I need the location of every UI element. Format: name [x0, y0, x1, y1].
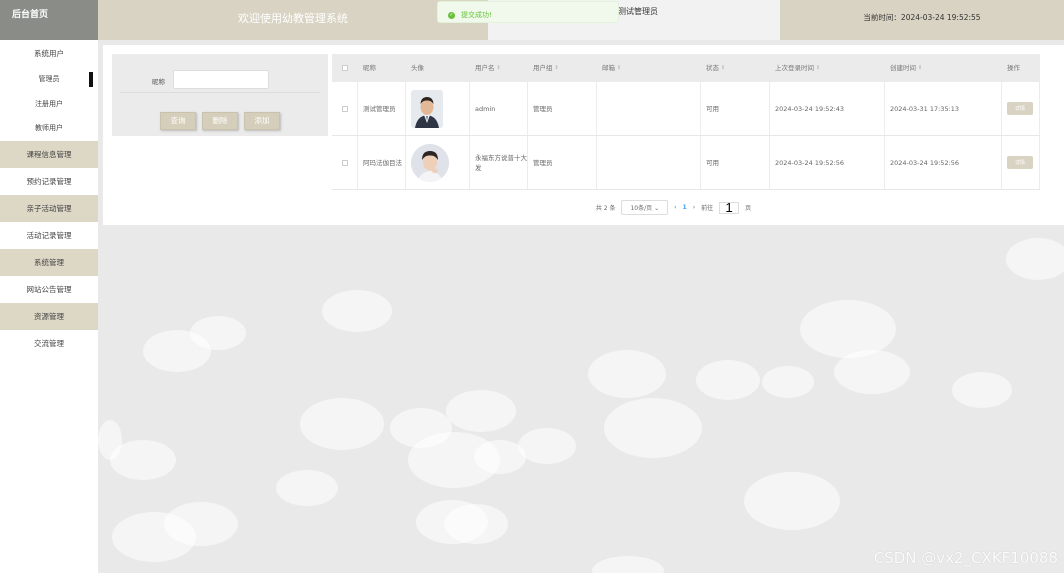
col-last-login[interactable]: 上次登录时间 ⇕ — [770, 54, 885, 82]
sidebar-item-admin[interactable]: 管理员 — [0, 67, 98, 92]
sort-icon[interactable]: ⇕ — [816, 63, 820, 73]
avatar[interactable] — [411, 89, 443, 128]
cell-email — [597, 136, 701, 189]
cell-status: 可用 — [701, 82, 770, 135]
add-button[interactable]: 添加 — [244, 112, 280, 130]
delete-button[interactable]: 删除 — [202, 112, 238, 130]
col-group-label: 用户组 — [533, 64, 553, 72]
detail-button[interactable]: 详情 — [1007, 156, 1033, 169]
col-email-label: 邮箱 — [602, 64, 615, 72]
col-email[interactable]: 邮箱 ⇕ — [597, 54, 701, 82]
check-circle-icon: ✓ — [448, 11, 455, 19]
select-all-cell — [332, 54, 358, 82]
page-size-value: 10条/页 — [630, 205, 653, 212]
sidebar-item-activity-records[interactable]: 活动记录管理 — [0, 222, 98, 249]
sort-icon[interactable]: ⇕ — [497, 63, 501, 73]
search-panel: 昵称 查询 删除 添加 — [112, 54, 328, 136]
sidebar-item-teacher-users[interactable]: 教师用户 — [0, 116, 98, 141]
avatar[interactable] — [411, 143, 449, 182]
detail-button[interactable]: 详情 — [1007, 102, 1033, 115]
cell-username: 永福东方说普十大发 — [470, 136, 528, 189]
prev-page-button[interactable]: ‹ — [674, 204, 676, 211]
nickname-label: 昵称 — [152, 78, 165, 86]
query-button[interactable]: 查询 — [160, 112, 196, 130]
sidebar-item-system-management[interactable]: 系统管理 — [0, 248, 98, 276]
col-group[interactable]: 用户组 ⇕ — [528, 54, 597, 82]
table-row[interactable]: 测试管理员 admin 管理员 可用 2024-03-24 19:52:43 2… — [332, 82, 1040, 136]
sort-icon[interactable]: ⇕ — [721, 63, 725, 73]
watermark: CSDN @vx2_CXKF10088 — [873, 549, 1058, 567]
cell-group: 管理员 — [528, 136, 597, 189]
cell-last-login: 2024-03-24 19:52:43 — [770, 82, 885, 135]
toast-message: 提交成功! — [461, 11, 492, 19]
page-size-select[interactable]: 10条/页 ⌄ — [621, 200, 669, 215]
current-time: 当前时间：2024-03-24 19:52:55 — [780, 0, 1064, 40]
cell-last-login: 2024-03-24 19:52:56 — [770, 136, 885, 189]
select-all-checkbox[interactable] — [342, 65, 348, 71]
col-avatar: 头像 — [411, 64, 424, 72]
search-divider — [120, 92, 320, 93]
row-select-cell — [332, 136, 358, 189]
content-panel: 昵称 查询 删除 添加 昵称 头像 用户名 ⇕ 用户组 ⇕ 邮箱 ⇕ 状态 ⇕ 上次登录… — [103, 45, 1064, 225]
brand-title[interactable]: 后台首页 — [0, 0, 98, 40]
row-checkbox[interactable] — [341, 105, 348, 112]
col-nickname: 昵称 — [363, 64, 376, 72]
sidebar-item-family-activities[interactable]: 亲子活动管理 — [0, 194, 98, 222]
admin-table: 昵称 头像 用户名 ⇕ 用户组 ⇕ 邮箱 ⇕ 状态 ⇕ 上次登录时间 ⇕ 创建时间 ⇕ 操作… — [332, 54, 1040, 190]
sidebar-item-booking-records[interactable]: 预约记录管理 — [0, 168, 98, 195]
sort-icon[interactable]: ⇕ — [555, 63, 559, 73]
col-status-label: 状态 — [706, 64, 719, 72]
cell-created: 2024-03-31 17:35:13 — [885, 82, 1002, 135]
goto-page-input[interactable] — [719, 201, 740, 214]
time-label: 当前时间： — [863, 13, 901, 22]
page-unit: 页 — [745, 205, 752, 212]
table-header: 昵称 头像 用户名 ⇕ 用户组 ⇕ 邮箱 ⇕ 状态 ⇕ 上次登录时间 ⇕ 创建时间 ⇕ 操作 — [332, 54, 1040, 82]
col-created-label: 创建时间 — [890, 64, 916, 72]
pagination: 共 2 条 10条/页 ⌄ ‹ 1 › 前往 页 — [103, 200, 1064, 215]
sidebar-item-resources[interactable]: 资源管理 — [0, 302, 98, 330]
welcome-text: 欢迎使用幼教管理系统 — [98, 0, 488, 40]
sidebar-item-system-users[interactable]: 系统用户 — [0, 40, 98, 67]
goto-label: 前往 — [701, 205, 714, 212]
cell-actions: 详情 — [1002, 82, 1040, 135]
sidebar-item-announcements[interactable]: 网站公告管理 — [0, 276, 98, 303]
cell-nickname: 阿玛法伽目法 — [358, 136, 406, 189]
cell-created: 2024-03-24 19:52:56 — [885, 136, 1002, 189]
time-value: 2024-03-24 19:52:55 — [900, 13, 981, 22]
cell-actions: 详情 — [1002, 136, 1040, 189]
col-username-label: 用户名 — [475, 64, 495, 72]
sort-icon[interactable]: ⇕ — [918, 63, 922, 73]
cell-group: 管理员 — [528, 82, 597, 135]
cell-username: admin — [470, 82, 528, 135]
cell-avatar — [406, 136, 470, 189]
page-number[interactable]: 1 — [683, 204, 687, 211]
col-username[interactable]: 用户名 ⇕ — [470, 54, 528, 82]
row-checkbox[interactable] — [341, 159, 348, 166]
nickname-search-input[interactable] — [173, 70, 269, 89]
col-status[interactable]: 状态 ⇕ — [701, 54, 770, 82]
success-toast: ✓ 提交成功! — [437, 1, 619, 23]
col-actions: 操作 — [1007, 64, 1020, 72]
sidebar-item-course-info[interactable]: 课程信息管理 — [0, 140, 98, 168]
sort-icon[interactable]: ⇕ — [617, 63, 621, 73]
sidebar-item-communication[interactable]: 交流管理 — [0, 330, 98, 357]
cell-email — [597, 82, 701, 135]
cell-nickname: 测试管理员 — [358, 82, 406, 135]
row-select-cell — [332, 82, 358, 135]
col-last-login-label: 上次登录时间 — [775, 64, 814, 72]
cell-avatar — [406, 82, 470, 135]
total-count: 共 2 条 — [595, 205, 616, 212]
sidebar: 系统用户 管理员 注册用户 教师用户 课程信息管理 预约记录管理 亲子活动管理 … — [0, 40, 98, 573]
sidebar-item-registered-users[interactable]: 注册用户 — [0, 92, 98, 117]
next-page-button[interactable]: › — [693, 204, 695, 211]
chevron-down-icon: ⌄ — [654, 205, 660, 212]
table-row[interactable]: 阿玛法伽目法 永福东方说普十大发 管理员 可用 2024-03-24 19:52… — [332, 136, 1040, 190]
col-created[interactable]: 创建时间 ⇕ — [885, 54, 1002, 82]
cell-status: 可用 — [701, 136, 770, 189]
